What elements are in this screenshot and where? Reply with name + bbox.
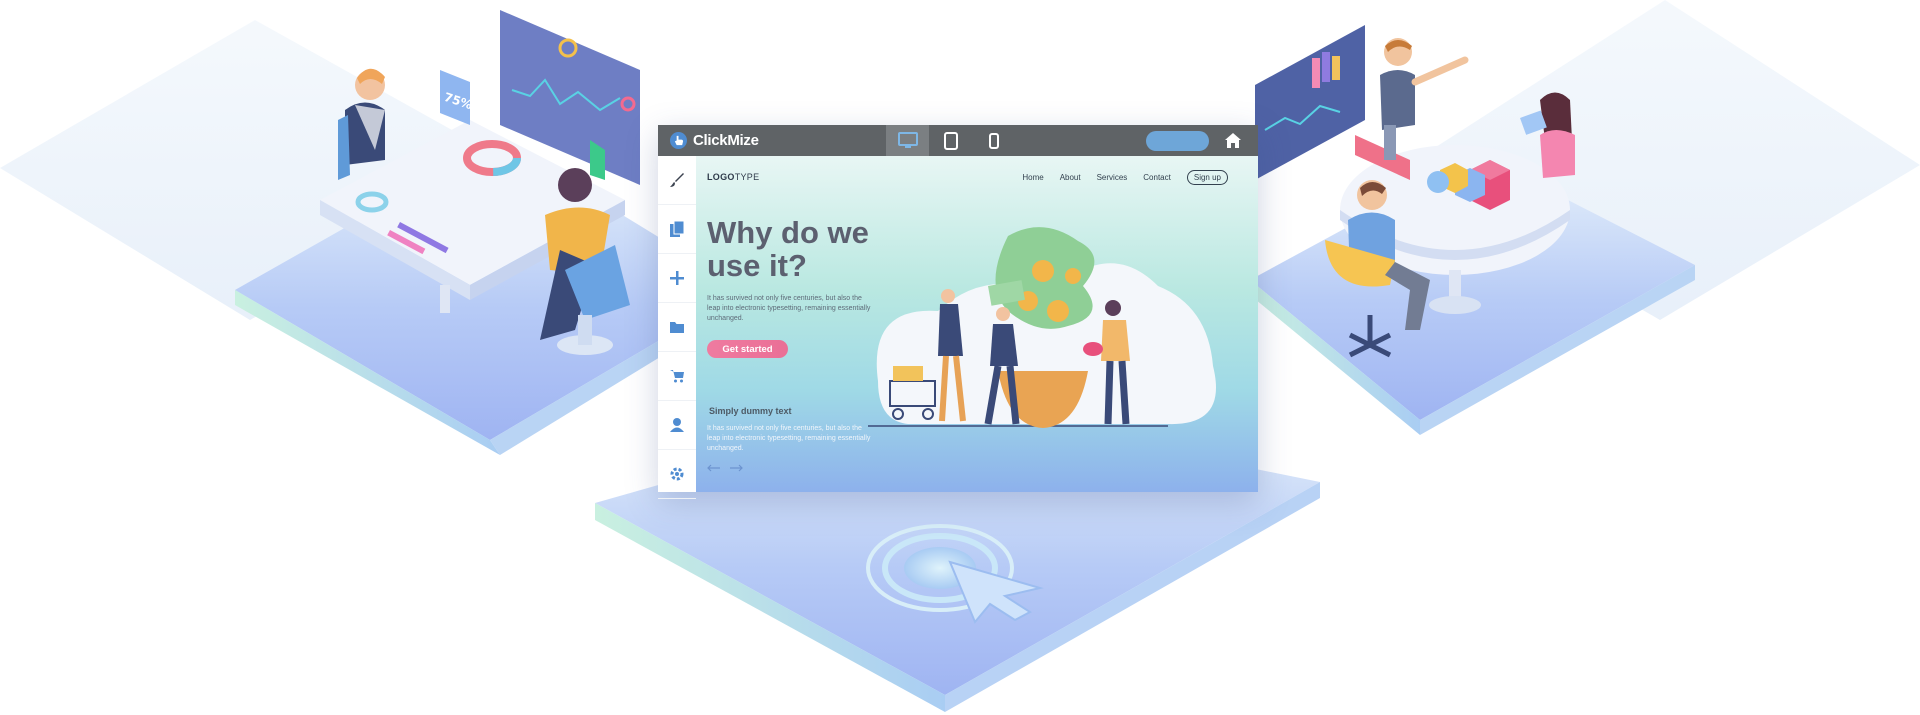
builder-window: ClickMize LOGOTYPE Home About Services C… <box>658 125 1258 499</box>
page-canvas[interactable]: LOGOTYPE Home About Services Contact Sig… <box>696 156 1258 492</box>
arrow-right-icon[interactable] <box>729 464 743 472</box>
desktop-icon <box>897 131 918 148</box>
device-switcher <box>886 125 1015 156</box>
tool-media[interactable] <box>658 303 696 352</box>
nav-contact[interactable]: Contact <box>1143 173 1171 182</box>
tool-sidebar <box>658 156 697 499</box>
hand-cursor-icon <box>670 132 687 149</box>
section-title: Simply dummy text <box>709 406 792 416</box>
tool-add[interactable] <box>658 254 696 303</box>
slider-arrows <box>707 464 743 472</box>
hero-illustration <box>868 227 1216 428</box>
app-brand-name: ClickMize <box>693 132 759 149</box>
section-text: It has survived not only five centuries,… <box>707 425 871 452</box>
tool-design[interactable] <box>658 156 696 205</box>
hero-text: It has survived not only five centuries,… <box>707 295 871 322</box>
tool-settings[interactable] <box>658 450 696 499</box>
site-nav: Home About Services Contact Sign up <box>1022 170 1228 185</box>
app-brand[interactable]: ClickMize <box>670 131 759 150</box>
home-icon[interactable] <box>1224 132 1242 149</box>
tool-store[interactable] <box>658 352 696 401</box>
tool-pages[interactable] <box>658 205 696 254</box>
tool-account[interactable] <box>658 401 696 450</box>
tablet-icon <box>943 131 958 150</box>
folder-icon <box>670 322 684 333</box>
nav-about[interactable]: About <box>1060 173 1081 182</box>
builder-toolbar: ClickMize <box>658 125 1258 156</box>
add-icon <box>670 271 684 285</box>
user-icon <box>670 418 684 432</box>
mobile-icon <box>988 132 999 149</box>
pages-icon <box>670 220 685 237</box>
brush-icon <box>670 173 684 187</box>
device-tablet-button[interactable] <box>929 125 972 156</box>
nav-home[interactable]: Home <box>1022 173 1043 182</box>
settings-icon <box>670 467 684 481</box>
device-desktop-button[interactable] <box>886 125 929 156</box>
nav-services[interactable]: Services <box>1097 173 1128 182</box>
get-started-button[interactable]: Get started <box>707 340 788 358</box>
publish-button[interactable] <box>1146 131 1209 151</box>
arrow-left-icon[interactable] <box>707 464 721 472</box>
cart-icon <box>670 370 684 383</box>
device-mobile-button[interactable] <box>972 125 1015 156</box>
signup-button[interactable]: Sign up <box>1186 170 1228 185</box>
site-logotype[interactable]: LOGOTYPE <box>707 172 759 182</box>
